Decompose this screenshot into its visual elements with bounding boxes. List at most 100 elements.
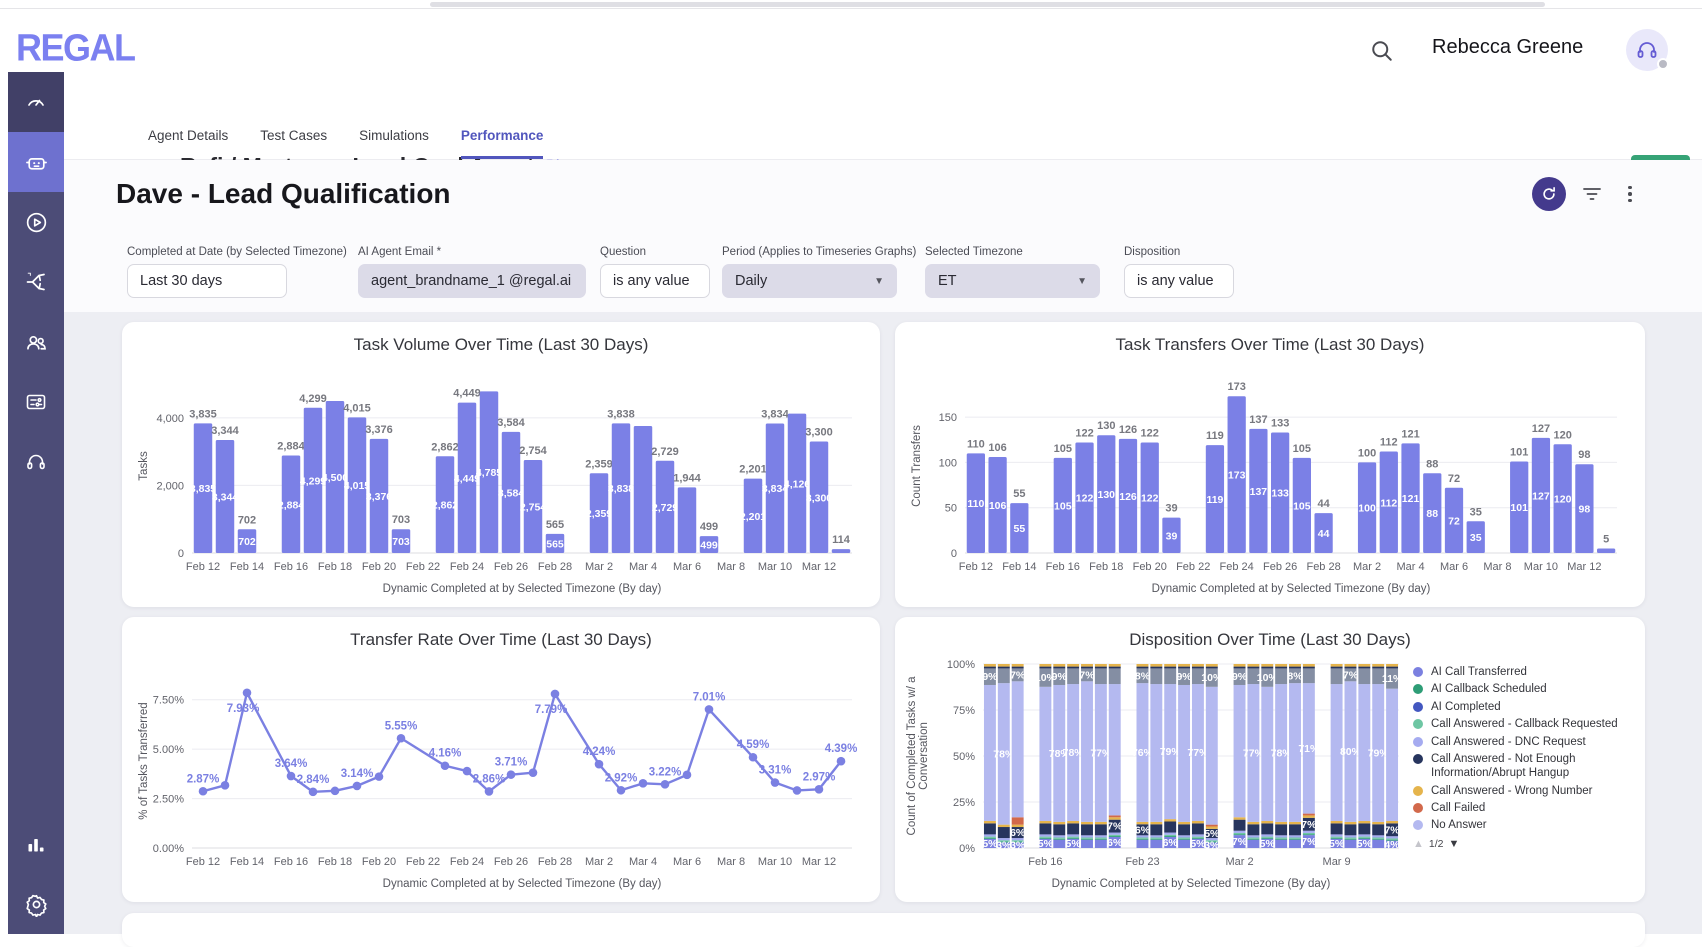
segment[interactable] xyxy=(1094,837,1107,839)
segment[interactable] xyxy=(1081,837,1093,839)
segment[interactable] xyxy=(1330,668,1343,685)
segment[interactable] xyxy=(1344,824,1357,836)
segment[interactable] xyxy=(1233,832,1246,835)
point-day-1[interactable] xyxy=(220,781,230,790)
segment[interactable] xyxy=(1372,666,1385,669)
segment[interactable] xyxy=(1191,666,1204,669)
segment[interactable] xyxy=(1386,688,1399,821)
segment[interactable] xyxy=(1108,832,1121,835)
filter-icon[interactable] xyxy=(1580,182,1604,206)
segment[interactable] xyxy=(1247,821,1260,825)
point-day-11[interactable] xyxy=(440,761,450,771)
segment[interactable] xyxy=(1344,839,1357,848)
segment[interactable] xyxy=(1247,839,1260,848)
point-day-9[interactable] xyxy=(396,733,406,743)
segment[interactable] xyxy=(1039,820,1052,824)
segment[interactable] xyxy=(1358,668,1371,685)
segment[interactable] xyxy=(1108,664,1121,667)
segment[interactable] xyxy=(1178,664,1191,667)
filter-control[interactable]: is any value xyxy=(600,264,710,298)
segment[interactable] xyxy=(1330,823,1343,835)
segment[interactable] xyxy=(1136,839,1149,848)
segment[interactable] xyxy=(1081,664,1093,667)
point-day-29[interactable] xyxy=(836,756,846,766)
filter-control[interactable]: Last 30 days xyxy=(127,264,287,298)
segment[interactable] xyxy=(1011,817,1024,825)
segment[interactable] xyxy=(1247,824,1260,836)
segment[interactable] xyxy=(983,834,996,837)
more-options-icon[interactable] xyxy=(1622,181,1638,207)
bar-day-29[interactable] xyxy=(831,549,851,553)
sidebar-item-journeys[interactable] xyxy=(8,252,64,312)
segment[interactable] xyxy=(1178,838,1191,840)
segment[interactable] xyxy=(1261,834,1274,837)
segment[interactable] xyxy=(1094,835,1107,838)
point-day-18[interactable] xyxy=(594,759,604,769)
segment[interactable] xyxy=(1053,837,1066,839)
segment[interactable] xyxy=(1150,668,1163,685)
tab-agent-details[interactable]: Agent Details xyxy=(148,128,228,159)
segment[interactable] xyxy=(1247,838,1260,840)
transfer-rate-chart[interactable]: 0.00% 2.50% 5.00% 7.50% Feb 12 Feb 14 Feb 16 Fe… xyxy=(134,650,868,894)
segment[interactable] xyxy=(1233,817,1246,820)
segment[interactable] xyxy=(1067,834,1080,837)
sidebar-item-dashboard[interactable] xyxy=(8,72,64,132)
segment[interactable] xyxy=(1150,666,1163,669)
segment[interactable] xyxy=(997,824,1010,828)
point-day-5[interactable] xyxy=(308,787,318,797)
point-day-2[interactable] xyxy=(242,688,252,698)
segment[interactable] xyxy=(997,827,1010,839)
segment[interactable] xyxy=(1233,830,1246,833)
segment[interactable] xyxy=(1108,668,1121,685)
segment[interactable] xyxy=(1081,824,1093,836)
segment[interactable] xyxy=(1344,821,1357,825)
segment[interactable] xyxy=(1067,820,1080,824)
segment[interactable] xyxy=(1302,668,1315,684)
segment[interactable] xyxy=(1053,839,1066,848)
segment[interactable] xyxy=(1247,664,1260,667)
segment[interactable] xyxy=(1275,838,1288,840)
segment[interactable] xyxy=(1302,832,1315,835)
segment[interactable] xyxy=(1164,668,1177,685)
segment[interactable] xyxy=(1094,664,1107,667)
segment[interactable] xyxy=(1330,834,1343,837)
segment[interactable] xyxy=(1386,666,1399,669)
segment[interactable] xyxy=(1094,668,1107,685)
segment[interactable] xyxy=(1136,838,1149,840)
point-day-16[interactable] xyxy=(550,689,560,699)
bar-day-29[interactable] xyxy=(1597,548,1616,553)
segment[interactable] xyxy=(1358,823,1371,835)
segment[interactable] xyxy=(1289,835,1301,838)
window-scrollbar[interactable] xyxy=(430,2,1545,7)
point-day-25[interactable] xyxy=(748,752,758,762)
filter-control[interactable]: ET ▼ xyxy=(925,264,1100,298)
segment[interactable] xyxy=(1067,664,1080,667)
segment[interactable] xyxy=(1289,666,1301,669)
segment[interactable] xyxy=(1136,664,1149,667)
segment[interactable] xyxy=(1011,681,1024,818)
segment[interactable] xyxy=(983,820,996,824)
segment[interactable] xyxy=(983,823,996,835)
segment[interactable] xyxy=(1302,815,1315,818)
segment[interactable] xyxy=(1011,666,1024,669)
segment[interactable] xyxy=(1372,839,1385,848)
sidebar-item-ai-agents[interactable] xyxy=(8,132,64,192)
segment[interactable] xyxy=(1330,666,1343,669)
segment[interactable] xyxy=(1275,837,1288,839)
point-day-19[interactable] xyxy=(616,785,626,795)
legend-item[interactable]: Call Answered - Callback Requested xyxy=(1413,717,1627,731)
segment[interactable] xyxy=(1150,835,1163,838)
task-volume-chart[interactable]: 0 2,000 4,000 Feb 12 Feb 14 Feb 16 Feb 18 Feb 2… xyxy=(134,355,868,599)
sidebar-item-agent-desktop[interactable] xyxy=(8,432,64,492)
segment[interactable] xyxy=(1261,820,1274,824)
segment[interactable] xyxy=(1344,837,1357,839)
segment[interactable] xyxy=(997,668,1010,684)
segment[interactable] xyxy=(1011,664,1024,667)
segment[interactable] xyxy=(1261,823,1274,835)
segment[interactable] xyxy=(1289,664,1301,667)
filter-control[interactable]: is any value xyxy=(1124,264,1234,298)
segment[interactable] xyxy=(997,664,1010,667)
segment[interactable] xyxy=(1164,664,1177,667)
segment[interactable] xyxy=(1108,834,1121,837)
segment[interactable] xyxy=(1372,835,1385,838)
